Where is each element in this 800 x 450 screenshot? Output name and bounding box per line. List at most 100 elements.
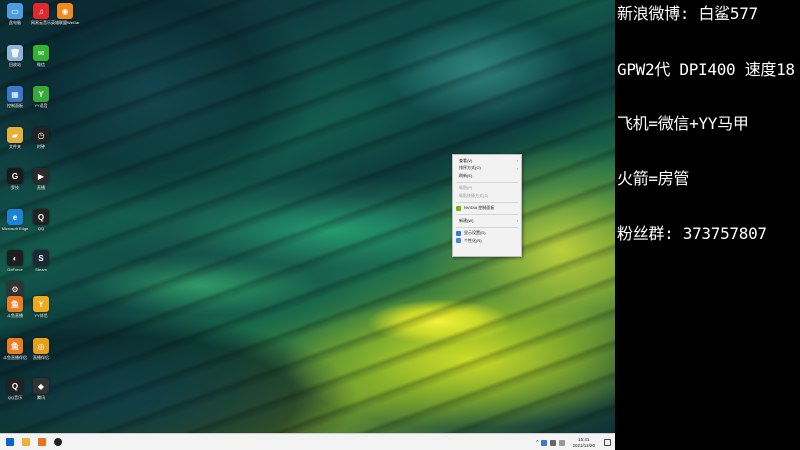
desktop-icon[interactable]: ◷ 时钟 [28, 127, 54, 149]
chevron-right-icon: › [516, 158, 518, 163]
windows-start-icon [6, 438, 14, 446]
desktop-icon-label: 直播伴侣 [33, 355, 49, 360]
chevron-right-icon: › [516, 165, 518, 171]
app-icon: G [7, 168, 23, 184]
desktop-icon-label: Microsoft Edge [1, 226, 29, 231]
app-icon: 鱼 [7, 338, 23, 354]
menu-item-paste[interactable]: 粘贴(P) [453, 185, 521, 193]
desktop-icon-label: 罗技 [11, 185, 19, 190]
desktop-icon[interactable]: ▰ 文件夹 [2, 127, 28, 149]
app-icon: S [33, 250, 49, 266]
personalize-icon [456, 238, 461, 244]
desktop-icon[interactable]: ◆ 腾讯 [28, 378, 54, 400]
desktop-icon[interactable]: Y YY伴侣 [28, 296, 54, 318]
tray-expand-icon[interactable]: ^ [536, 440, 538, 446]
menu-item-personalize[interactable]: 个性化(R) [453, 237, 521, 245]
desktop-icon-label: 英雄联盟WeGame [51, 20, 79, 25]
app-icon: ▦ [7, 86, 23, 102]
app-icon: ▰ [7, 127, 23, 143]
app-icon: Y [33, 296, 49, 312]
desktop-icon-label: YY伴侣 [34, 313, 48, 318]
desktop-icon-label: 斗鱼直播 [7, 313, 23, 318]
weibo-info: 新浪微博: 白鲨577 [617, 4, 758, 23]
menu-item-paste-shortcut[interactable]: 粘贴快捷方式(S) [453, 192, 521, 200]
desktop-icon[interactable]: 鱼斗鱼直播伴侣 [2, 338, 28, 360]
explorer-icon [22, 438, 30, 446]
desktop-icon[interactable]: e Microsoft Edge [2, 209, 28, 231]
desktop-icon-label: 此电脑 [9, 20, 21, 25]
gift-rocket-info: 火箭=房管 [617, 169, 690, 188]
desktop-icon-label: Steam [35, 267, 47, 272]
app-icon: 🗑 [7, 45, 23, 61]
notification-icon[interactable] [604, 439, 611, 446]
desktop-icon-label: 微信 [37, 62, 45, 67]
desktop-icon[interactable]: G 罗技 [2, 168, 28, 190]
desktop-icon[interactable]: 鱼斗鱼直播 [2, 296, 28, 318]
app-icon: ◉ [57, 3, 73, 19]
taskbar-apps [0, 436, 64, 448]
desktop-icon[interactable]: 🗑 回收站 [2, 45, 28, 67]
menu-item-refresh[interactable]: 刷新(E) [453, 172, 521, 180]
taskbar-clock[interactable]: 15:41 2021/12/20 [572, 437, 595, 448]
network-icon[interactable] [541, 439, 548, 446]
desktop-icon-label: 网易云音乐 [31, 20, 51, 25]
explorer-icon[interactable] [20, 436, 32, 448]
app-icon: ✉ [33, 45, 49, 61]
desktop-icon-label: QQ音乐 [7, 395, 23, 400]
desktop-icon-label: YY语音 [34, 103, 48, 108]
app-orange-icon [38, 438, 46, 446]
desktop-icon[interactable]: ▭ 此电脑 [2, 3, 28, 25]
desktop-icon-label: 直播 [37, 185, 45, 190]
app-icon: ◎ [33, 338, 49, 354]
desktop-icon-label: 腾讯 [37, 395, 45, 400]
app-icon: 鱼 [7, 296, 23, 312]
clock-date: 2021/12/20 [572, 442, 595, 448]
desktop-icon-label: QQ [37, 226, 45, 231]
menu-separator [456, 214, 518, 215]
menu-item-new[interactable]: 新建(W) › [453, 217, 521, 225]
desktop-icon[interactable]: ◎ 直播伴侣 [28, 338, 54, 360]
volume-icon[interactable] [550, 439, 557, 446]
app-dark-icon [54, 438, 62, 446]
desktop-context-menu: 查看(V) › 排序方式(O) › 刷新(E) 粘贴(P) 粘贴快捷方式(S) … [452, 154, 522, 257]
desktop-icon[interactable]: Y YY语音 [28, 86, 54, 108]
app-icon: Y [33, 86, 49, 102]
app-icon: ▭ [7, 3, 23, 19]
nvidia-icon [456, 205, 461, 211]
app-icon: Q [7, 378, 23, 394]
desktop-icon-label: 斗鱼直播伴侣 [3, 355, 27, 360]
menu-item-display-settings[interactable]: 显示设置(D) [453, 230, 521, 238]
app-icon: ♫ [33, 3, 49, 19]
desktop-wallpaper[interactable]: ▭此电脑♫网易云音乐◉英雄联盟WeGame🗑回收站✉微信▦控制面板YYY语音▰文… [0, 0, 615, 433]
desktop-icon[interactable]: ✉ 微信 [28, 45, 54, 67]
taskbar: ^ 15:41 2021/12/20 [0, 433, 615, 450]
system-tray: ^ 15:41 2021/12/20 [536, 434, 611, 450]
app-icon: ◆ [33, 378, 49, 394]
desktop-icon[interactable]: ◐ GeForce [2, 250, 28, 272]
app-icon: e [7, 209, 23, 225]
menu-separator [456, 201, 518, 203]
menu-item-view[interactable]: 查看(V) › [453, 157, 521, 165]
desktop-icon[interactable]: ▶ 直播 [28, 168, 54, 190]
app-orange-icon[interactable] [36, 436, 48, 448]
desktop-icon-label: 回收站 [9, 62, 21, 67]
display-icon [456, 230, 461, 236]
app-dark-icon[interactable] [52, 436, 64, 448]
menu-item-nvidia-control-panel[interactable]: NVIDIA 控制面板 [453, 205, 521, 213]
desktop-icon-label: 文件夹 [9, 144, 21, 149]
desktop-icon[interactable]: Q QQ [28, 209, 54, 231]
menu-item-sort-by[interactable]: 排序方式(O) › [453, 165, 521, 173]
gift-plane-info: 飞机=微信+YY马甲 [617, 114, 749, 133]
desktop-icon-label: 时钟 [37, 144, 45, 149]
desktop-icon[interactable]: ◉英雄联盟WeGame [51, 3, 79, 25]
desktop-icon[interactable]: S Steam [28, 250, 54, 272]
mouse-settings-info: GPW2代 DPI400 速度18 [617, 60, 795, 79]
app-icon: ▶ [33, 168, 49, 184]
ime-icon[interactable] [559, 439, 566, 446]
menu-separator [456, 226, 518, 228]
desktop-icon[interactable]: ▦ 控制面板 [2, 86, 28, 108]
windows-start-icon[interactable] [4, 436, 16, 448]
menu-separator [456, 181, 518, 183]
app-icon: ◐ [7, 250, 23, 266]
desktop-icon[interactable]: Q QQ音乐 [2, 378, 28, 400]
